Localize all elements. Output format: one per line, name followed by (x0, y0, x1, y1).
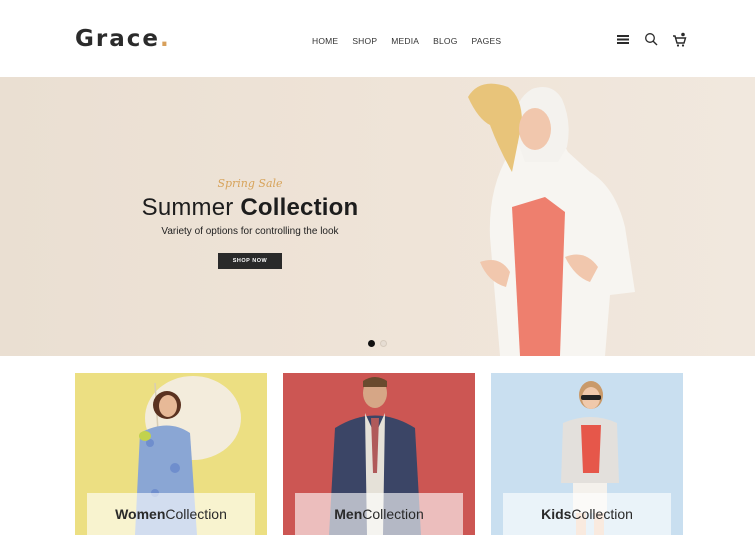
logo-dot: . (159, 26, 171, 52)
nav-home[interactable]: HOME (312, 36, 338, 46)
hero-title: Summer Collection (120, 194, 380, 222)
search-icon[interactable] (644, 32, 660, 48)
shop-now-button[interactable]: SHOP NOW (218, 253, 282, 269)
kids-label-bold: Kids (541, 506, 572, 522)
women-label-bold: Women (115, 506, 166, 522)
hero-subtitle: Variety of options for controlling the l… (161, 226, 339, 237)
men-label-light: Collection (362, 506, 424, 522)
slider-dots (368, 340, 387, 347)
slider-dot-1[interactable] (368, 340, 375, 347)
slider-dot-2[interactable] (380, 340, 387, 347)
nav-blog[interactable]: BLOG (433, 36, 457, 46)
hero-eyebrow: Spring Sale (217, 177, 283, 190)
hero-model-image (468, 83, 635, 356)
nav-media[interactable]: MEDIA (391, 36, 419, 46)
women-collection-card[interactable]: WomenCollection (75, 373, 267, 535)
kids-label-light: Collection (571, 506, 633, 522)
logo-text: Grace (75, 26, 160, 52)
hero-title-light: Summer (141, 194, 241, 221)
menu-icon[interactable] (616, 32, 632, 48)
nav-shop[interactable]: SHOP (352, 36, 377, 46)
hero-text: Spring Sale Summer Collection Variety of… (120, 177, 380, 269)
women-collection-label: WomenCollection (87, 493, 255, 535)
hero-slider: Spring Sale Summer Collection Variety of… (0, 77, 755, 356)
hero-title-bold: Collection (240, 194, 359, 221)
header-icons (616, 32, 688, 48)
men-label-bold: Men (334, 506, 363, 522)
kids-collection-card[interactable]: KidsCollection (491, 373, 683, 535)
women-label-light: Collection (165, 506, 227, 522)
nav-pages[interactable]: PAGES (472, 36, 502, 46)
men-collection-card[interactable]: MenCollection (283, 373, 475, 535)
kids-collection-label: KidsCollection (503, 493, 671, 535)
logo[interactable]: Grace. (75, 26, 171, 52)
cart-icon[interactable] (672, 32, 688, 48)
collections-section: WomenCollection MenCollection KidsCollec… (75, 373, 683, 535)
site-header: Grace. HOME SHOP MEDIA BLOG PAGES (0, 0, 755, 76)
main-nav: HOME SHOP MEDIA BLOG PAGES (312, 36, 515, 46)
men-collection-label: MenCollection (295, 493, 463, 535)
